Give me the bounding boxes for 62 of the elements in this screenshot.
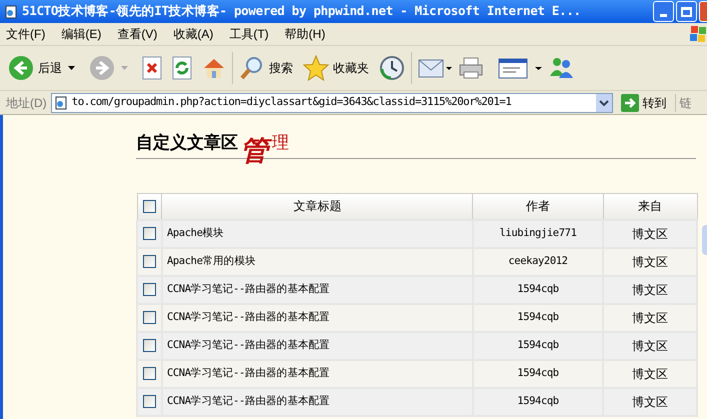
menu-item[interactable]: 文件(F) xyxy=(6,25,46,43)
source-label: 博文区 xyxy=(632,310,668,324)
back-button[interactable]: 后退 xyxy=(8,55,62,81)
stop-icon[interactable] xyxy=(142,56,162,80)
checkbox[interactable] xyxy=(143,310,156,324)
author-name: 1594cqb xyxy=(517,338,559,351)
source-label: 博文区 xyxy=(632,226,668,240)
menu-item[interactable]: 帮助(H) xyxy=(284,25,326,43)
address-field[interactable]: to.com/groupadmin.php?action=diyclassart&gid=3643&classid=3115%20or%201=1 xyxy=(50,92,613,112)
article-title[interactable]: Apache模块 xyxy=(166,226,224,239)
star-icon xyxy=(303,55,329,81)
source-label: 博文区 xyxy=(632,366,668,380)
address-label: 地址(D) xyxy=(6,94,47,112)
source-label: 博文区 xyxy=(632,338,668,352)
home-icon[interactable] xyxy=(202,56,226,80)
column-header: 文章标题 xyxy=(293,199,342,214)
links-label[interactable]: 链 xyxy=(680,94,692,112)
heading-accent: 管 xyxy=(240,134,272,168)
author-name: 1594cqb xyxy=(517,282,559,295)
checkbox[interactable] xyxy=(143,226,156,240)
dropdown-caret-icon[interactable] xyxy=(596,94,612,112)
checkbox[interactable] xyxy=(143,282,156,296)
windows-logo-icon xyxy=(689,25,707,43)
checkbox[interactable] xyxy=(142,200,156,213)
source-label: 博文区 xyxy=(632,394,668,408)
dropdown-caret-icon xyxy=(121,66,128,70)
author-name: liubingjie771 xyxy=(500,226,576,239)
search-icon xyxy=(239,55,265,81)
checkbox[interactable] xyxy=(143,394,156,408)
menu-item[interactable]: 收藏(A) xyxy=(173,25,214,43)
dropdown-caret-icon[interactable] xyxy=(68,66,75,70)
search-button[interactable]: 搜索 xyxy=(239,55,293,81)
maximize-button[interactable] xyxy=(676,1,697,22)
page-heading: 自定义文章区 xyxy=(136,132,238,154)
source-label: 博文区 xyxy=(632,254,668,268)
author-name: 1594cqb xyxy=(517,310,559,323)
checkbox[interactable] xyxy=(143,254,156,268)
window-title: 51CTO技术博客-领先的IT技术博客- powered by phpwind.net - Microsoft Internet E... xyxy=(22,2,581,20)
menu-item[interactable]: 工具(T) xyxy=(229,25,269,43)
go-button[interactable]: 转到 xyxy=(620,94,667,112)
author-name: 1594cqb xyxy=(517,394,559,407)
history-icon[interactable] xyxy=(379,55,405,81)
page-icon xyxy=(54,96,68,110)
messenger-icon[interactable] xyxy=(548,56,574,80)
author-name: 1594cqb xyxy=(517,366,559,379)
heading-accent: 理 xyxy=(272,132,289,154)
checkbox[interactable] xyxy=(143,338,156,352)
author-name: ceekay2012 xyxy=(508,254,568,267)
favorites-button[interactable]: 收藏夹 xyxy=(303,55,369,81)
menu-item[interactable]: 查看(V) xyxy=(117,25,158,43)
refresh-icon[interactable] xyxy=(172,56,192,80)
menu-item[interactable]: 编辑(E) xyxy=(61,25,102,43)
edit-icon[interactable] xyxy=(498,56,542,80)
column-header: 作者 xyxy=(526,199,550,214)
column-header: 来自 xyxy=(638,199,662,214)
minimize-button[interactable] xyxy=(653,1,674,22)
page-icon xyxy=(4,4,18,18)
source-label: 博文区 xyxy=(632,282,668,296)
checkbox[interactable] xyxy=(143,366,156,380)
printer-icon[interactable] xyxy=(458,56,484,80)
scrollbar[interactable] xyxy=(702,225,707,255)
article-title[interactable]: Apache常用的模块 xyxy=(166,254,256,267)
